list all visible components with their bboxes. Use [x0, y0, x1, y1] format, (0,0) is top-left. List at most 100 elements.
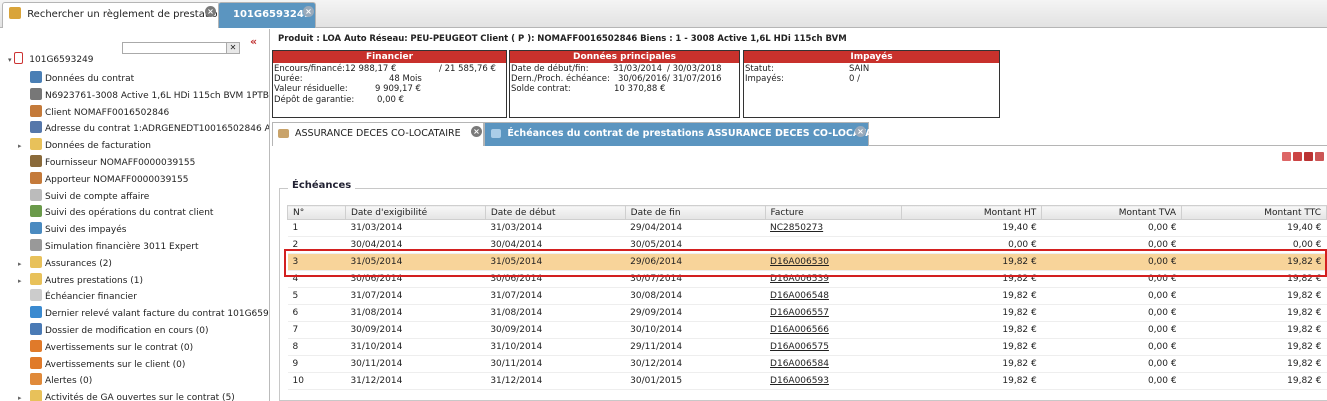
invoice-link[interactable]: D16A006584: [765, 355, 902, 373]
financier-panel: Financier Encours/financé: 12 988,17 € /…: [272, 50, 507, 118]
expand-icon[interactable]: ▾: [8, 56, 12, 64]
expand-icon[interactable]: ▸: [18, 256, 22, 272]
sidebar-item[interactable]: Suivi des impayés: [30, 222, 126, 238]
export-icon[interactable]: [1315, 152, 1324, 161]
sidebar-item[interactable]: Suivi de compte affaire: [30, 188, 149, 205]
folder-icon: [30, 138, 42, 151]
biens-value: 1 - 3008 Active 1,6L HDi 115ch BVM: [675, 34, 847, 44]
table-cell: 9: [287, 355, 346, 373]
sidebar-item[interactable]: Avertissements sur le client (0): [30, 356, 185, 373]
table-cell: 19,82 €: [1181, 372, 1327, 390]
folder-icon: [30, 255, 42, 268]
prochaine-echeance: / 31/07/2016: [667, 74, 722, 84]
warning-icon: [30, 339, 42, 352]
table-header-row: N° Date d'exigibilité Date de début Date de…: [287, 205, 1327, 220]
depot-value: 0,00 €: [377, 95, 405, 105]
solde-value: 10 370,88 €: [614, 84, 666, 94]
schedule-icon: [30, 289, 42, 302]
table-cell: 1: [287, 219, 346, 237]
table-row[interactable]: 9 30/11/2014 30/11/2014 30/12/2014 D16A00658…: [287, 355, 1327, 373]
column-header[interactable]: Date d'exigibilité: [344, 205, 486, 220]
sidebar-item[interactable]: N6923761-3008 Active 1,6L HDi 115ch BVM …: [30, 87, 269, 104]
table-cell: 19,82 €: [1181, 321, 1327, 339]
tab-contract[interactable]: 101G6593249 ×: [218, 2, 316, 28]
column-header[interactable]: Facture: [764, 205, 903, 220]
sidebar-item[interactable]: Échéancier financier: [30, 289, 137, 305]
close-icon[interactable]: ×: [855, 126, 866, 137]
sidebar-item[interactable]: Simulation financière 3011 Expert: [30, 239, 199, 255]
table-row[interactable]: 7 30/09/2014 30/09/2014 30/10/2014 D16A00656…: [287, 321, 1327, 339]
sidebar-item[interactable]: Fournisseur NOMAFF0000039155: [30, 155, 195, 171]
table-cell: 0,00 €: [1041, 304, 1182, 322]
column-header[interactable]: Montant HT: [901, 205, 1043, 220]
table-cell: 19,82 €: [901, 338, 1042, 356]
sidebar-item-label: Fournisseur NOMAFF0000039155: [45, 158, 196, 168]
invoice-link[interactable]: D16A006566: [765, 321, 902, 339]
principales-panel: Données principales Date de début/fin: 3…: [509, 50, 740, 118]
sidebar-item[interactable]: ▸ Autres prestations (1): [18, 272, 143, 289]
table-row[interactable]: 6 31/08/2014 31/08/2014 29/09/2014 D16A00655…: [287, 304, 1327, 322]
sidebar-item[interactable]: Dernier relevé valant facture du contrat…: [30, 306, 269, 322]
sidebar-item[interactable]: Dossier de modification en cours (0): [30, 323, 209, 339]
tab-assurance-deces[interactable]: ASSURANCE DECES CO-LOCATAIRE ×: [272, 122, 484, 146]
invoice-link[interactable]: D16A006575: [765, 338, 902, 356]
sidebar-item-label: Adresse du contrat 1:ADRGENEDT1001650284…: [45, 124, 269, 135]
collapse-sidebar-button[interactable]: «: [250, 35, 257, 48]
sidebar-item-label: Dernier relevé valant facture du contrat…: [45, 309, 269, 320]
tab-label: Rechercher un règlement de prestations: [27, 9, 230, 20]
sidebar-item[interactable]: Suivi des opérations du contrat client: [30, 205, 213, 221]
expand-icon[interactable]: ▸: [18, 138, 22, 154]
column-header[interactable]: Date de début: [484, 205, 626, 220]
column-header[interactable]: Date de fin: [624, 205, 766, 220]
search-icon: [30, 71, 42, 83]
table-cell: 19,82 €: [1181, 338, 1327, 356]
sidebar-item-label: Alertes (0): [45, 376, 93, 387]
tab-rechercher-reglement[interactable]: Rechercher un règlement de prestations ×: [2, 2, 229, 28]
save-icon[interactable]: [1304, 152, 1313, 161]
close-icon[interactable]: ×: [303, 6, 314, 17]
table-row[interactable]: 8 31/10/2014 31/10/2014 29/11/2014 D16A00657…: [287, 338, 1327, 356]
table-cell: 30/08/2014: [625, 287, 766, 305]
invoice-link[interactable]: D16A006548: [765, 287, 902, 305]
reseau-value: PEU-PEUGEOT: [410, 34, 478, 44]
print-icon[interactable]: [1293, 152, 1302, 161]
sidebar-search-input[interactable]: [122, 42, 240, 54]
invoice-link[interactable]: D16A006593: [765, 372, 902, 390]
close-icon[interactable]: ×: [471, 126, 482, 137]
table-cell: 19,82 €: [1181, 355, 1327, 373]
clear-search-icon[interactable]: ✕: [226, 42, 240, 54]
sidebar-item[interactable]: Client NOMAFF0016502846: [30, 104, 169, 121]
table-cell: 31/08/2014: [345, 304, 486, 322]
column-header[interactable]: N°: [287, 205, 346, 220]
sidebar-item[interactable]: Avertissements sur le contrat (0): [30, 339, 193, 356]
sidebar-item[interactable]: ▸ Assurances (2): [18, 255, 112, 272]
sidebar-item[interactable]: Données du contrat: [30, 71, 134, 87]
table-cell: 31/03/2014: [485, 219, 626, 237]
sidebar-item[interactable]: Adresse du contrat 1:ADRGENEDT1001650284…: [30, 121, 269, 137]
undo-icon[interactable]: [1282, 152, 1291, 161]
table-row[interactable]: 5 31/07/2014 31/07/2014 30/08/2014 D16A00654…: [287, 287, 1327, 305]
sidebar-item[interactable]: Apporteur NOMAFF0000039155: [30, 171, 188, 188]
warning-icon: [30, 356, 42, 369]
table-cell: 30/11/2014: [485, 355, 626, 373]
table-cell: 0,00 €: [1041, 355, 1182, 373]
insurance-icon: [278, 129, 289, 138]
close-icon[interactable]: ×: [205, 6, 216, 17]
column-header[interactable]: Montant TTC: [1181, 205, 1327, 220]
expand-icon[interactable]: ▸: [18, 390, 22, 401]
tree-root[interactable]: ▾ 101G6593249: [8, 52, 94, 68]
invoice-link[interactable]: NC2850273: [765, 219, 902, 237]
invoice-link[interactable]: D16A006557: [765, 304, 902, 322]
sidebar-item[interactable]: ▸ Activités de GA ouvertes sur le contrat…: [18, 390, 235, 401]
sidebar-item[interactable]: ▸ Données de facturation: [18, 138, 151, 154]
table-row[interactable]: 1 31/03/2014 31/03/2014 29/04/2014 NC2850273…: [287, 219, 1327, 237]
impayes-title: Impayés: [744, 51, 999, 63]
column-header[interactable]: Montant TVA: [1041, 205, 1183, 220]
table-cell: 19,82 €: [901, 321, 1042, 339]
tab-echeances-contrat[interactable]: Échéances du contrat de prestations ASSU…: [484, 122, 890, 146]
globe-icon: [30, 222, 42, 235]
table-row[interactable]: 10 31/12/2014 31/12/2014 30/01/2015 D16A0065…: [287, 372, 1327, 390]
sidebar-item[interactable]: Alertes (0): [30, 373, 92, 389]
schedule-icon: [491, 129, 501, 138]
expand-icon[interactable]: ▸: [18, 273, 22, 289]
